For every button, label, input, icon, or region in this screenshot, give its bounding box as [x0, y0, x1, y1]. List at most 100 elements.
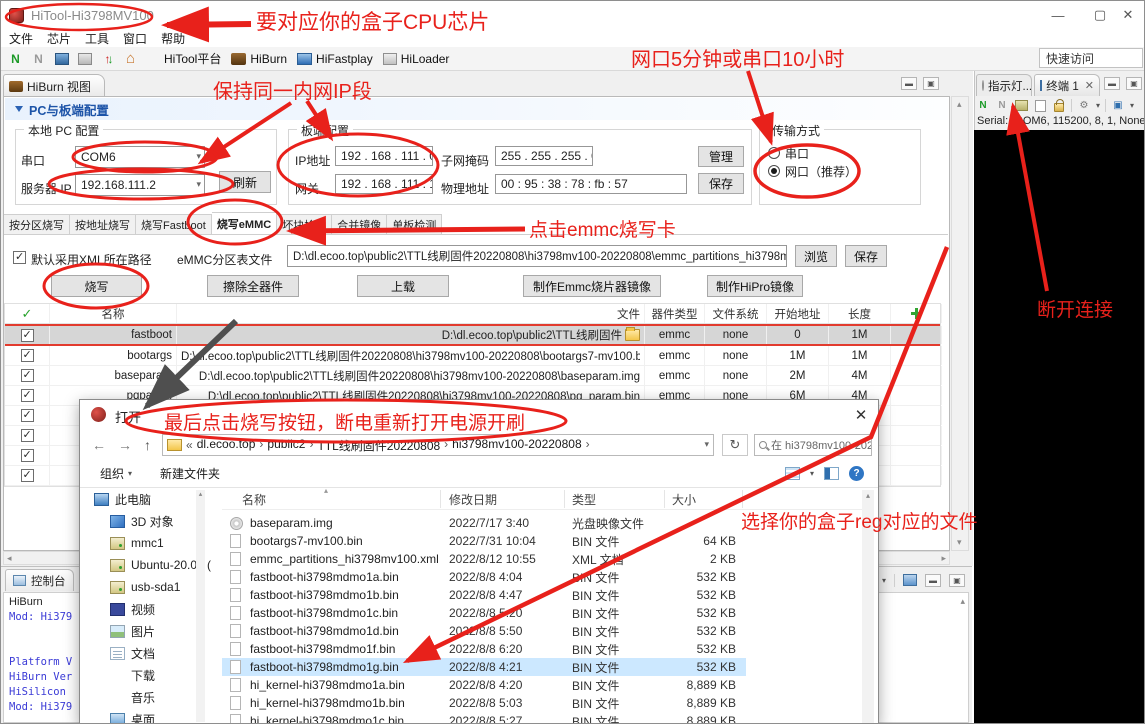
panel-maximize-icon[interactable]: ▣	[1126, 77, 1142, 90]
scroll-left-icon[interactable]: ◂	[7, 553, 12, 564]
preview-pane-icon[interactable]	[824, 467, 839, 480]
refresh-button[interactable]: 刷新	[219, 171, 271, 193]
home-icon[interactable]: ⌂	[122, 51, 139, 67]
burn-tab[interactable]: 坏块检测	[277, 214, 332, 235]
board-ip-field[interactable]: 192 . 168 . 111 . 0	[335, 146, 433, 166]
breadcrumb-segment[interactable]: dl.ecoo.top	[197, 437, 256, 454]
toolbar-launcher[interactable]: HiLoader	[383, 50, 450, 67]
new-folder-button[interactable]: 新建文件夹	[160, 465, 220, 482]
section-header-pc-board-config[interactable]: PC与板端配置	[5, 98, 948, 120]
burn-tab[interactable]: 烧写Fastboot	[136, 214, 212, 235]
partition-row[interactable]: baseparam D:\dl.ecoo.top\public2\TTL线刷固件…	[5, 366, 940, 386]
col-file[interactable]: 文件	[177, 304, 645, 323]
burn-tab[interactable]: 按地址烧写	[70, 214, 136, 235]
server-ip-combo[interactable]: 192.168.111.2 ▾	[75, 174, 205, 196]
breadcrumb-segment[interactable]: public2	[267, 437, 305, 454]
breadcrumb-segment[interactable]: hi3798mv100-20220808	[452, 437, 581, 454]
transfer-icon[interactable]: ↑↓	[99, 51, 116, 67]
terminal-connect-icon[interactable]: N	[976, 99, 990, 112]
chevron-down-icon[interactable]: ▾	[810, 469, 814, 478]
mac-address-field[interactable]: 00 : 95 : 38 : 78 : fb : 57	[495, 174, 687, 194]
panel-minimize-icon[interactable]: ▬	[925, 574, 941, 587]
col-size[interactable]: 大小	[672, 491, 696, 508]
row-checkbox[interactable]	[21, 469, 34, 482]
erase-all-button[interactable]: 擦除全器件	[207, 275, 299, 297]
check-all-icon[interactable]: ✓	[5, 304, 50, 323]
row-checkbox[interactable]	[21, 389, 34, 402]
copy-icon[interactable]	[1035, 100, 1046, 112]
menu-item[interactable]: 工具	[85, 30, 109, 47]
row-checkbox[interactable]	[21, 449, 34, 462]
save-config-button[interactable]: 保存	[698, 173, 744, 194]
browse-file-icon[interactable]	[625, 329, 640, 341]
toolbar-launcher[interactable]: HiBurn	[231, 50, 287, 67]
transport-radio[interactable]: 串口	[768, 144, 857, 162]
menu-item[interactable]: 窗口	[123, 30, 147, 47]
row-checkbox[interactable]	[21, 369, 34, 382]
settings-icon[interactable]: ⚙	[1077, 99, 1091, 112]
toolbar-launcher[interactable]: HiFastplay	[297, 50, 373, 67]
panel-maximize-icon[interactable]: ▣	[949, 574, 965, 587]
tab-terminal-1[interactable]: 终端 1 ✕	[1034, 74, 1100, 96]
row-checkbox[interactable]	[21, 329, 34, 342]
export-log-icon[interactable]	[903, 574, 917, 586]
file-row[interactable]: baseparam.img 2022/7/17 3:40 光盘映像文件	[222, 514, 746, 532]
view-mode-icon[interactable]	[785, 467, 800, 480]
panel-maximize-icon[interactable]: ▣	[923, 77, 939, 90]
close-button[interactable]: ✕	[1111, 5, 1145, 25]
chevron-down-icon[interactable]: ▾	[1096, 101, 1100, 110]
tab-indicator-leds[interactable]: 指示灯...	[976, 74, 1032, 96]
burn-tab[interactable]: 烧写eMMC	[212, 212, 277, 235]
burn-button[interactable]: 烧写	[51, 275, 142, 297]
file-row[interactable]: fastboot-hi3798mdmo1b.bin 2022/8/8 4:47 …	[222, 586, 746, 604]
file-row[interactable]: fastboot-hi3798mdmo1a.bin 2022/8/8 4:04 …	[222, 568, 746, 586]
breadcrumb-segment[interactable]: TTL线刷固件20220808	[317, 437, 440, 454]
connect-icon[interactable]: N	[7, 51, 24, 67]
row-checkbox[interactable]	[21, 349, 34, 362]
quick-access-input[interactable]: 快速访问	[1039, 48, 1143, 68]
search-input[interactable]: 在 hi3798mv100-2022080...	[754, 434, 872, 456]
breadcrumb[interactable]: « dl.ecoo.top › public2 › TTL线刷固件2022080…	[162, 434, 714, 456]
terminal-screen[interactable]	[974, 130, 1145, 724]
subnet-mask-field[interactable]: 255 . 255 . 255 . 0	[495, 146, 593, 166]
burn-tab[interactable]: 单板检测	[387, 214, 442, 235]
scroll-up-icon[interactable]: ▴	[957, 99, 962, 110]
partition-row[interactable]: bootargs D:\dl.ecoo.top\public2\TTL线刷固件2…	[5, 346, 940, 366]
sidebar-scrollbar[interactable]: ▴	[196, 490, 205, 722]
organize-button[interactable]: 组织▾	[100, 465, 132, 482]
transport-radio[interactable]: 网口（推荐）	[768, 162, 857, 180]
tab-console[interactable]: 控制台	[5, 569, 74, 591]
chevron-down-icon[interactable]: ▾	[1130, 101, 1134, 110]
scroll-up-icon[interactable]: ▴	[960, 596, 965, 607]
col-type[interactable]: 类型	[572, 491, 596, 508]
refresh-icon[interactable]: ↻	[722, 434, 748, 456]
file-row[interactable]: hi_kernel-hi3798mdmo1a.bin 2022/8/8 4:20…	[222, 676, 746, 694]
back-icon[interactable]: ←	[92, 437, 106, 453]
col-fs[interactable]: 文件系统	[705, 304, 767, 323]
scroll-right-icon[interactable]: ▸	[941, 553, 946, 564]
upload-button[interactable]: 上载	[357, 275, 449, 297]
menu-item[interactable]: 文件	[9, 30, 33, 47]
menu-item[interactable]: 帮助	[161, 30, 185, 47]
col-name[interactable]: 名称	[242, 491, 266, 508]
serial-port-combo[interactable]: COM6 ▾	[75, 146, 205, 168]
file-row[interactable]: fastboot-hi3798mdmo1d.bin 2022/8/8 5:50 …	[222, 622, 746, 640]
file-row[interactable]: emmc_partitions_hi3798mv100.xml 2022/8/1…	[222, 550, 746, 568]
xml-path-checkbox[interactable]	[13, 251, 26, 264]
col-date[interactable]: 修改日期	[449, 491, 497, 508]
chevron-down-icon[interactable]: ▾	[704, 439, 709, 450]
file-row[interactable]: fastboot-hi3798mdmo1g.bin 2022/8/8 4:21 …	[222, 658, 746, 676]
forward-icon[interactable]: →	[118, 437, 132, 453]
file-row[interactable]: fastboot-hi3798mdmo1c.bin 2022/8/8 5:20 …	[222, 604, 746, 622]
file-row[interactable]: hi_kernel-hi3798mdmo1b.bin 2022/8/8 5:03…	[222, 694, 746, 712]
chevron-down-icon[interactable]: ▾	[882, 576, 886, 585]
terminal-disconnect-icon[interactable]: N	[995, 99, 1009, 112]
scroll-down-icon[interactable]: ▾	[957, 537, 962, 548]
menu-item[interactable]: 芯片	[47, 30, 71, 47]
file-row[interactable]: fastboot-hi3798mdmo1f.bin 2022/8/8 6:20 …	[222, 640, 746, 658]
col-name[interactable]: 名称	[50, 304, 177, 323]
make-emmc-image-button[interactable]: 制作Emmc烧片器镜像	[523, 275, 661, 297]
xml-path-field[interactable]: D:\dl.ecoo.top\public2\TTL线刷固件20220808\h…	[287, 245, 787, 267]
burn-tab[interactable]: 按分区烧写	[4, 214, 70, 235]
row-checkbox[interactable]	[21, 409, 34, 422]
